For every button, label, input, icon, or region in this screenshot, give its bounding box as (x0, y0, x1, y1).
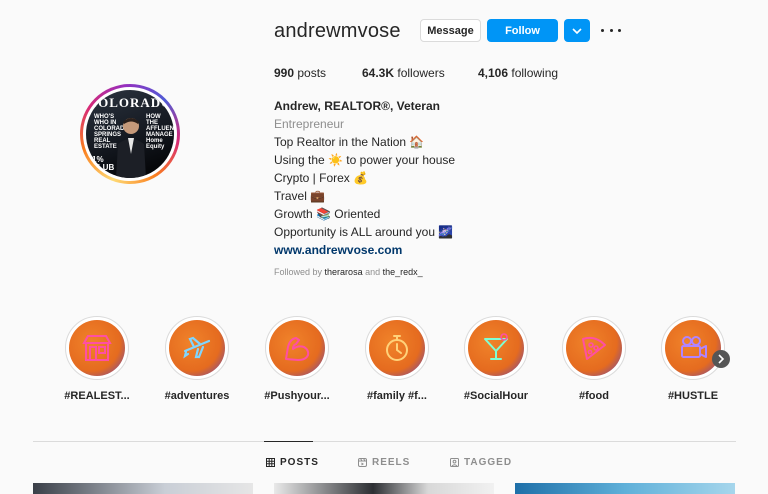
tab-label: REELS (372, 457, 411, 468)
followed-and: and (365, 267, 381, 277)
highlight-socialhour[interactable]: #SocialHour (456, 316, 536, 402)
person-figure (116, 118, 146, 178)
posts-count: 990 (274, 66, 295, 80)
airplane-icon (183, 336, 211, 359)
highlights-next-button[interactable] (712, 350, 730, 368)
active-tab-indicator (264, 441, 313, 442)
followed-user: the_redx_ (382, 267, 423, 277)
video-camera-icon (681, 336, 707, 358)
bio-line: Crypto | Forex 💰 (274, 171, 369, 185)
chevron-down-icon (572, 27, 582, 34)
posts-label: posts (297, 66, 327, 80)
post-thumbnail[interactable] (33, 483, 253, 494)
bio-line: Using the ☀️ to power your house (274, 153, 456, 167)
bio-line: Travel 💼 (274, 189, 326, 203)
storefront-icon (82, 335, 112, 361)
highlight-pushyour[interactable]: #Pushyour... (257, 316, 337, 402)
highlight-realestate[interactable]: #REALEST... (57, 316, 137, 402)
followers-count: 64.3K (362, 66, 395, 80)
highlight-label: #REALEST... (64, 390, 130, 402)
pizza-icon (582, 336, 606, 360)
profile-avatar[interactable]: COLORADO WHO'S WHO IN COLORADO SPRINGS R… (80, 84, 180, 184)
followed-user: therarosa (324, 267, 363, 277)
profile-full-name: Andrew, REALTOR®, Veteran (274, 99, 440, 113)
profile-username: andrewmvose (274, 20, 401, 42)
bio-line: Top Realtor in the Nation 🏠 (274, 135, 425, 149)
bio-line: Opportunity is ALL around you 🌌 (274, 225, 454, 239)
posts-stat: 990 posts (274, 66, 326, 80)
highlight-family[interactable]: #family #f... (357, 316, 437, 402)
post-thumbnail[interactable] (515, 483, 735, 494)
more-dots-icon (601, 28, 604, 32)
following-count: 4,106 (478, 66, 509, 80)
tab-posts[interactable]: POSTS (266, 457, 319, 468)
following-label: following (511, 66, 559, 80)
avatar-magazine-title: COLORADO (87, 95, 173, 110)
followers-label: followers (397, 66, 445, 80)
highlight-label: #adventures (164, 390, 230, 402)
highlight-adventures[interactable]: #adventures (157, 316, 237, 402)
profile-category: Entrepreneur (274, 117, 345, 131)
highlight-label: #family #f... (367, 390, 427, 402)
cocktail-icon (484, 333, 508, 360)
highlight-label: #SocialHour (463, 390, 529, 402)
tab-label: POSTS (280, 457, 319, 468)
followers-stat[interactable]: 64.3K followers (362, 66, 445, 80)
reels-icon (358, 458, 367, 467)
followed-by[interactable]: Followed by therarosa and the_redx_ (274, 267, 423, 277)
more-options-button[interactable] (601, 22, 621, 38)
tab-label: TAGGED (464, 457, 513, 468)
highlight-label: #food (579, 390, 609, 402)
follow-button[interactable]: Follow (487, 19, 558, 42)
message-button[interactable]: Message (420, 19, 481, 42)
flexed-arm-icon (285, 337, 310, 361)
tabs-divider (33, 441, 736, 442)
highlight-label: #Pushyour... (264, 390, 330, 402)
profile-website-link[interactable]: www.andrewvose.com (274, 241, 402, 259)
tagged-icon (450, 458, 459, 467)
avatar-caption-right: HOW THE AFFLUENT MANAGE Home Equity (146, 114, 174, 150)
suggested-accounts-button[interactable] (564, 19, 590, 42)
avatar-caption-club: 1% CLUB (92, 155, 115, 172)
highlight-food[interactable]: #food (554, 316, 634, 402)
bio-line: Growth 📚 Oriented (274, 207, 381, 221)
grid-icon (266, 458, 275, 467)
stopwatch-icon (386, 335, 408, 361)
post-thumbnail[interactable] (274, 483, 494, 494)
chevron-right-icon (718, 354, 725, 364)
followed-prefix: Followed by (274, 267, 323, 277)
highlight-label: #HUSTLE (667, 390, 719, 402)
tab-reels[interactable]: REELS (358, 457, 410, 468)
avatar-photo: COLORADO WHO'S WHO IN COLORADO SPRINGS R… (86, 90, 174, 178)
following-stat[interactable]: 4,106 following (478, 66, 558, 80)
tab-tagged[interactable]: TAGGED (450, 457, 512, 468)
